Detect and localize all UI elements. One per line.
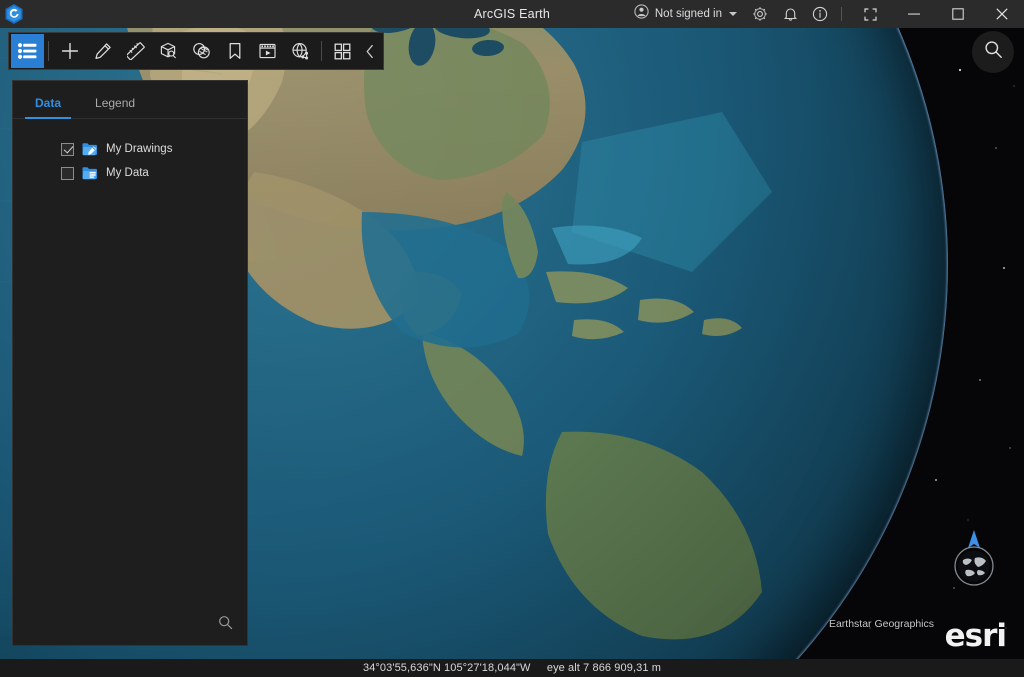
panel-tabs: Data Legend: [13, 81, 247, 119]
bookmarks-button[interactable]: [218, 34, 251, 68]
arcgis-earth-window: Earthstar Geographics esri ArcGIS Earth …: [0, 0, 1024, 677]
swipe-button[interactable]: [185, 34, 218, 68]
add-data-button[interactable]: [53, 34, 86, 68]
arcgis-earth-logo-icon: [0, 0, 28, 28]
bookmark-icon: [228, 42, 242, 60]
map-search-button[interactable]: [972, 31, 1014, 73]
toolbar-divider: [48, 41, 49, 61]
apps-button[interactable]: [326, 34, 359, 68]
overlap-circles-icon: [192, 42, 211, 60]
layer-checkbox-my-drawings[interactable]: [61, 142, 74, 156]
pencil-icon: [94, 42, 112, 60]
collapse-button[interactable]: [359, 34, 381, 68]
film-slide-icon: [258, 42, 277, 60]
close-icon[interactable]: [980, 0, 1024, 28]
user-avatar-icon: [634, 4, 649, 24]
drawings-folder-icon: [82, 142, 98, 156]
panel-footer: [13, 605, 247, 645]
grid-squares-icon: [334, 43, 351, 60]
layer-label-my-drawings: My Drawings: [106, 143, 173, 155]
animation-button[interactable]: [251, 34, 284, 68]
search-icon: [984, 40, 1003, 64]
toolbar-divider-2: [321, 41, 322, 61]
ruler-icon: [126, 42, 145, 60]
status-readout: 34°03'55,636"N 105°27'18,044"W eye alt 7…: [363, 662, 661, 674]
north-compass-globe-icon[interactable]: [946, 528, 1002, 590]
measure-button[interactable]: [119, 34, 152, 68]
layer-label-my-data: My Data: [106, 167, 149, 179]
esri-logo: esri: [944, 618, 1007, 654]
layer-list: My Drawings My Data: [13, 119, 247, 605]
layer-checkbox-my-data[interactable]: [61, 166, 74, 180]
data-panel: Data Legend My Drawings My Data: [12, 80, 248, 646]
minimize-icon[interactable]: [892, 0, 936, 28]
tab-data[interactable]: Data: [24, 96, 72, 119]
title-bar: ArcGIS Earth Not signed in: [0, 0, 1024, 28]
fullscreen-icon[interactable]: [848, 0, 892, 28]
chevron-left-icon: [365, 44, 375, 59]
layer-item-my-data[interactable]: My Data: [13, 161, 247, 185]
chevron-down-icon: [729, 12, 737, 16]
gear-icon[interactable]: [745, 0, 775, 28]
layers-button[interactable]: [11, 34, 44, 68]
data-folder-icon: [82, 166, 98, 180]
maximize-icon[interactable]: [936, 0, 980, 28]
share-globe-button[interactable]: [284, 34, 317, 68]
map-attribution: Earthstar Geographics: [828, 618, 934, 630]
account-menu[interactable]: Not signed in: [628, 0, 745, 28]
panel-search-icon[interactable]: [218, 615, 233, 635]
eye-altitude-readout: eye alt 7 866 909,31 m: [546, 662, 661, 674]
draw-button[interactable]: [86, 34, 119, 68]
main-toolbar: [8, 32, 384, 70]
titlebar-divider: [841, 7, 842, 21]
status-bar: 34°03'55,636"N 105°27'18,044"W eye alt 7…: [0, 659, 1024, 677]
tab-legend[interactable]: Legend: [91, 96, 139, 118]
bell-icon[interactable]: [775, 0, 805, 28]
account-label: Not signed in: [654, 8, 722, 20]
info-icon[interactable]: [805, 0, 835, 28]
box-search-icon: [159, 42, 178, 60]
globe-share-icon: [291, 42, 310, 60]
coordinates-readout: 34°03'55,636"N 105°27'18,044"W: [363, 662, 531, 674]
inspect-3d-button[interactable]: [152, 34, 185, 68]
plus-icon: [61, 42, 79, 60]
layer-item-my-drawings[interactable]: My Drawings: [13, 137, 247, 161]
layers-list-icon: [18, 43, 37, 59]
